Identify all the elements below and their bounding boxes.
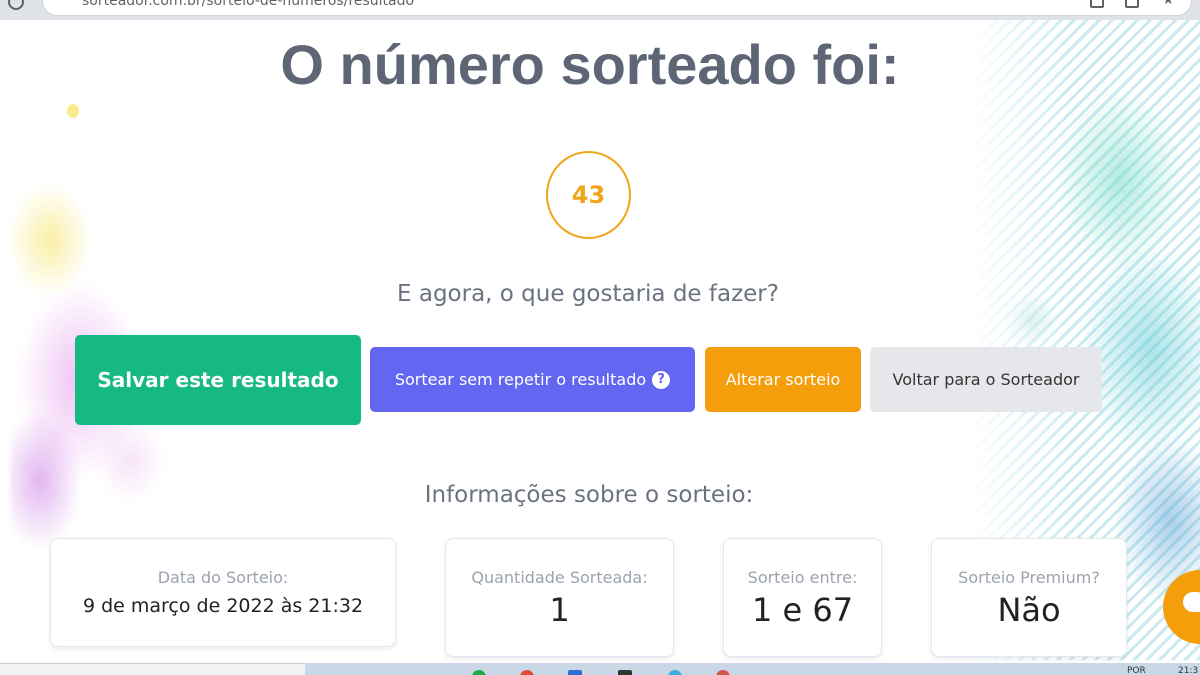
cast-icon[interactable]: [1090, 0, 1104, 8]
taskbar-search-area[interactable]: [0, 663, 305, 675]
alter-draw-label: Alterar sorteio: [725, 370, 841, 389]
range-value: 1 e 67: [751, 591, 854, 629]
next-action-question: E agora, o que gostaria de fazer?: [397, 281, 779, 307]
draw-no-repeat-label: Sortear sem repetir o resultado: [394, 370, 647, 389]
back-to-sorteador-button[interactable]: Voltar para o Sorteador: [870, 347, 1102, 412]
draw-no-repeat-button[interactable]: Sortear sem repetir o resultado ?: [370, 347, 695, 412]
watercolor-dot: [67, 104, 79, 118]
range-label: Sorteio entre:: [747, 568, 858, 587]
alter-draw-button[interactable]: Alterar sorteio: [705, 347, 861, 412]
page-title: O número sorteado foi:: [280, 33, 900, 96]
premium-label: Sorteio Premium?: [958, 568, 1100, 587]
result-number: 43: [571, 181, 606, 209]
back-label: Voltar para o Sorteador: [892, 370, 1080, 389]
share-icon[interactable]: [1125, 0, 1139, 8]
premium-value: Não: [997, 591, 1061, 629]
save-result-button[interactable]: Salvar este resultado: [75, 335, 361, 425]
save-result-label: Salvar este resultado: [97, 368, 339, 392]
info-card-premium: Sorteio Premium? Não: [931, 538, 1127, 657]
info-section-title: Informações sobre o sorteio:: [424, 482, 754, 508]
result-circle: 43: [546, 151, 631, 239]
language-indicator[interactable]: POR: [1127, 666, 1146, 675]
date-value: 9 de março de 2022 às 21:32: [82, 595, 364, 617]
info-card-range: Sorteio entre: 1 e 67: [723, 538, 882, 657]
help-icon[interactable]: ?: [652, 370, 671, 389]
info-card-date: Data do Sorteio: 9 de março de 2022 às 2…: [50, 538, 396, 647]
app-icon[interactable]: [618, 670, 632, 675]
date-label: Data do Sorteio:: [157, 568, 289, 587]
quantity-value: 1: [549, 591, 570, 629]
explorer-icon[interactable]: [568, 670, 582, 675]
info-card-quantity: Quantidade Sorteada: 1: [445, 538, 674, 657]
quantity-label: Quantidade Sorteada:: [471, 568, 648, 587]
star-icon[interactable]: ★: [1162, 0, 1175, 8]
url-text[interactable]: sorteador.com.br/sorteio-de-numeros/resu…: [82, 0, 414, 9]
clock[interactable]: 21:3: [1178, 666, 1198, 675]
